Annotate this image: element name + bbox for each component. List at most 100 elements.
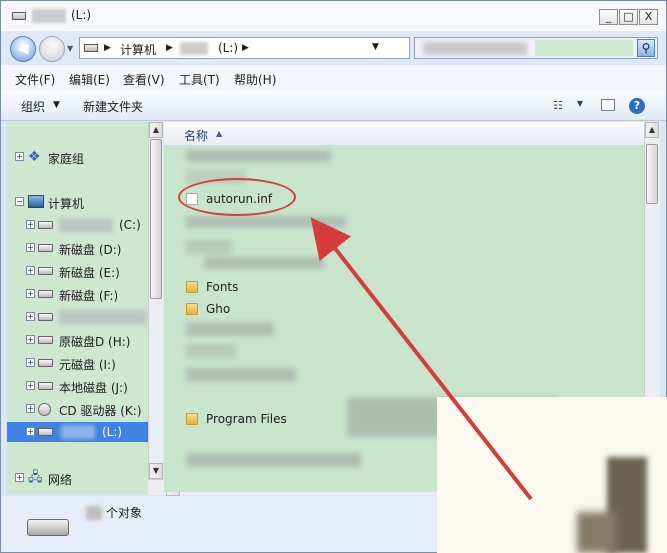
scroll-up-icon[interactable]: ▲ — [645, 122, 659, 138]
nav-drive-k[interactable]: + CD 驱动器 (K:) — [7, 399, 149, 419]
breadcrumb-drive[interactable]: (L:) — [218, 41, 238, 55]
menu-help[interactable]: 帮助(H) — [234, 71, 276, 88]
nav-drive-e[interactable]: + 新磁盘 (E:) — [7, 261, 149, 281]
navigation-pane: + ❖ 家庭组 − 计算机 + (C:) + 新磁盘 (D:) + 新磁盘 (E… — [7, 122, 149, 494]
expand-icon[interactable]: + — [26, 312, 35, 321]
nav-label: 新磁盘 (E:) — [59, 266, 120, 280]
drive-icon — [38, 290, 53, 298]
breadcrumb-separator-icon[interactable]: ▶ — [104, 43, 111, 53]
file-row-gho[interactable]: Gho — [164, 298, 494, 320]
nav-homegroup[interactable]: + ❖ 家庭组 — [7, 147, 149, 167]
close-button[interactable]: X — [639, 9, 658, 25]
expand-icon[interactable]: + — [26, 289, 35, 298]
address-dropdown-icon[interactable]: ▼ — [372, 42, 379, 52]
menu-bar: 文件(F) 编辑(E) 查看(V) 工具(T) 帮助(H) — [1, 65, 666, 91]
expand-icon[interactable]: + — [26, 335, 35, 344]
expand-icon[interactable]: + — [26, 243, 35, 252]
command-bar: 组织 ▼ 新建文件夹 ☷ ▼ ? — [1, 91, 666, 121]
scroll-thumb[interactable] — [646, 144, 658, 204]
drive-icon — [38, 336, 53, 344]
search-icon[interactable]: ⚲ — [637, 39, 655, 57]
nav-computer[interactable]: − 计算机 — [7, 192, 149, 212]
menu-edit[interactable]: 编辑(E) — [69, 71, 110, 88]
collapse-icon[interactable]: − — [15, 197, 24, 206]
help-icon[interactable]: ? — [629, 98, 645, 114]
annotation-circle — [178, 178, 296, 216]
drive-icon — [38, 382, 53, 390]
expand-icon[interactable]: + — [26, 358, 35, 367]
breadcrumb-computer[interactable]: 计算机 — [120, 41, 156, 58]
preview-pane-icon[interactable] — [601, 99, 615, 111]
blurred-row — [186, 453, 361, 467]
forward-button[interactable]: ▶ — [39, 36, 65, 62]
nav-label: 元磁盘 (I:) — [59, 358, 116, 372]
nav-drive-c[interactable]: + (C:) — [7, 215, 149, 235]
expand-icon[interactable]: + — [26, 404, 35, 413]
recent-pages-icon[interactable]: ▼ — [67, 44, 73, 53]
organize-button[interactable]: 组织 — [21, 98, 45, 115]
nav-network[interactable]: + 🖧 网络 — [7, 468, 149, 488]
scroll-up-icon[interactable]: ▲ — [149, 122, 163, 138]
nav-drive-g[interactable]: + — [7, 307, 149, 327]
view-options-icon[interactable]: ☷ — [550, 99, 566, 113]
nav-drive-d[interactable]: + 新磁盘 (D:) — [7, 238, 149, 258]
expand-icon[interactable]: + — [26, 381, 35, 390]
expand-icon[interactable]: + — [26, 427, 35, 436]
expand-icon[interactable]: + — [26, 266, 35, 275]
breadcrumb-separator-icon[interactable]: ▶ — [242, 43, 249, 53]
nav-label: 原磁盘D (H:) — [59, 335, 131, 349]
address-bar[interactable]: ▶ 计算机 ▶ (L:) ▶ ▼ ⟳ — [79, 37, 486, 59]
nav-label: 网络 — [48, 473, 73, 487]
expand-icon[interactable]: + — [15, 473, 24, 482]
scroll-thumb[interactable] — [150, 139, 162, 299]
nav-drive-i[interactable]: + 元磁盘 (I:) — [7, 353, 149, 373]
breadcrumb-separator-icon[interactable]: ▶ — [166, 43, 173, 53]
blurred-row — [186, 240, 232, 254]
column-name-header[interactable]: 名称 — [184, 127, 208, 144]
nav-label: (C:) — [119, 218, 141, 232]
file-row-fonts[interactable]: Fonts — [164, 276, 494, 298]
back-button[interactable]: ◀ — [10, 36, 36, 62]
column-header: 名称 ▲ — [164, 122, 659, 146]
item-count: 个对象 — [106, 506, 143, 520]
search-input[interactable]: ⚲ — [414, 37, 658, 59]
scroll-corner — [148, 479, 164, 495]
window-title: (L:) — [71, 8, 92, 22]
drive-icon — [38, 221, 53, 229]
overlay-photo — [437, 397, 667, 553]
scroll-down-icon[interactable]: ▼ — [149, 463, 163, 479]
nav-scrollbar[interactable]: ▲ ▼ — [148, 122, 163, 479]
nav-drive-j[interactable]: + 本地磁盘 (J:) — [7, 376, 149, 396]
maximize-button[interactable]: □ — [619, 9, 638, 25]
blurred-label — [59, 310, 147, 324]
drive-icon — [38, 428, 53, 436]
blurred-row — [186, 368, 296, 382]
blurred-row — [186, 150, 331, 162]
chevron-down-icon[interactable]: ▼ — [572, 99, 588, 113]
menu-tools[interactable]: 工具(T) — [179, 71, 220, 88]
blurred-label — [59, 218, 113, 232]
nav-label: 新磁盘 (F:) — [59, 289, 119, 303]
file-name: Program Files — [206, 412, 287, 426]
blurred-row — [186, 322, 274, 336]
nav-drive-l[interactable]: + (L:) — [7, 422, 149, 442]
expand-icon[interactable]: + — [15, 152, 24, 161]
menu-view[interactable]: 查看(V) — [123, 71, 165, 88]
title-bar: (L:) _ □ X — [1, 1, 666, 31]
new-folder-button[interactable]: 新建文件夹 — [83, 98, 143, 115]
chevron-down-icon[interactable]: ▼ — [53, 100, 60, 110]
blurred-row — [186, 344, 236, 358]
drive-icon — [38, 267, 53, 275]
network-icon: 🖧 — [28, 470, 43, 485]
minimize-button[interactable]: _ — [599, 9, 618, 25]
nav-drive-f[interactable]: + 新磁盘 (F:) — [7, 284, 149, 304]
blurred-title — [32, 9, 66, 23]
menu-file[interactable]: 文件(F) — [15, 71, 55, 88]
nav-label: 计算机 — [48, 197, 85, 211]
nav-drive-h[interactable]: + 原磁盘D (H:) — [7, 330, 149, 350]
blurred-row — [204, 257, 324, 269]
nav-label: 家庭组 — [48, 152, 85, 166]
expand-icon[interactable]: + — [26, 220, 35, 229]
folder-icon — [186, 281, 198, 293]
blurred-breadcrumb — [180, 42, 208, 55]
